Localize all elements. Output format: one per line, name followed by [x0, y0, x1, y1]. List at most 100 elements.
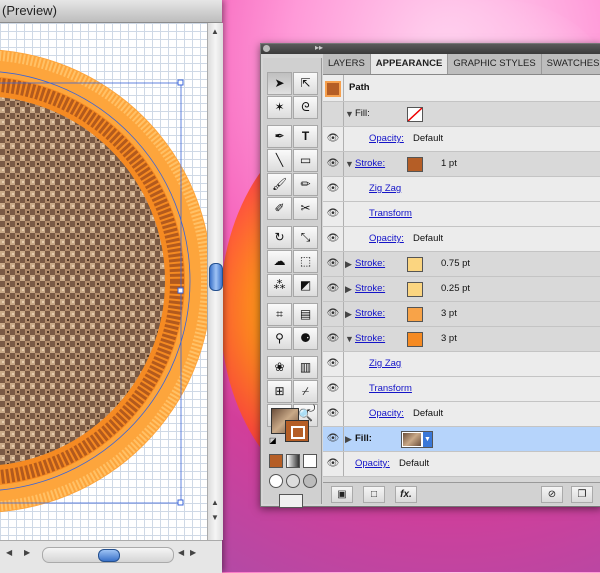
default-fill-stroke-icon[interactable]: ◪ — [269, 436, 277, 445]
scroll-up-arrow-icon[interactable]: ▲ — [211, 27, 219, 36]
line-tool-icon[interactable]: ╲ — [267, 149, 292, 172]
eye-icon[interactable]: 👁 — [323, 452, 344, 476]
panel-close-icon[interactable] — [263, 45, 270, 52]
bbox-handle-right[interactable] — [177, 287, 184, 294]
slice-tool-icon[interactable]: ⌿ — [293, 380, 318, 403]
symbol-sprayer-tool-icon[interactable]: ⁂ — [267, 274, 292, 297]
appearance-row-stroke[interactable]: 👁 ▶ Stroke: 0.75 pt — [323, 252, 600, 277]
eye-icon[interactable]: 👁 — [323, 427, 344, 451]
scroll-up-arrow-bottom-icon[interactable]: ▲ — [211, 498, 219, 507]
scroll-right-arrow-icon[interactable]: ▶ — [190, 548, 196, 557]
eye-icon[interactable]: 👁 — [323, 402, 344, 426]
free-transform-tool-icon[interactable]: ⬚ — [293, 250, 318, 273]
eye-icon[interactable]: 👁 — [323, 352, 344, 376]
shape-builder-tool-icon[interactable]: ◩ — [293, 274, 318, 297]
none-swatch-icon[interactable] — [407, 107, 423, 122]
eye-icon[interactable]: 👁 — [323, 227, 344, 251]
stroke-color-swatch[interactable] — [407, 157, 423, 172]
lasso-tool-icon[interactable]: ᘓ — [293, 96, 318, 119]
appearance-row-effect[interactable]: 👁 Transform — [323, 377, 600, 402]
gradient-tool-icon[interactable]: ▤ — [293, 303, 318, 326]
eye-icon[interactable]: 👁 — [323, 127, 344, 151]
draw-inside-icon[interactable] — [303, 474, 317, 488]
appearance-row-effect[interactable]: 👁 Zig Zag — [323, 352, 600, 377]
add-stroke-icon[interactable]: ▣ — [331, 486, 353, 503]
visibility-empty[interactable] — [323, 102, 344, 126]
screen-mode-icon[interactable] — [279, 494, 303, 508]
direct-selection-tool-icon[interactable]: ⇱ — [293, 72, 318, 95]
tab-graphic-styles[interactable]: GRAPHIC STYLES — [448, 54, 542, 74]
scale-tool-icon[interactable]: ⤡ — [293, 226, 318, 249]
disclosure-triangle-collapsed-icon[interactable]: ▶ — [345, 252, 352, 276]
rotate-tool-icon[interactable]: ↻ — [267, 226, 292, 249]
eye-icon[interactable]: 👁 — [323, 327, 344, 351]
add-fill-icon[interactable]: □ — [363, 486, 385, 503]
appearance-row-stroke[interactable]: 👁 ▶ Stroke: 3 pt — [323, 302, 600, 327]
horizontal-scroll-thumb[interactable] — [98, 549, 120, 562]
draw-behind-icon[interactable] — [286, 474, 300, 488]
fx-button[interactable]: fx. — [395, 486, 417, 503]
eye-icon[interactable]: 👁 — [323, 252, 344, 276]
duplicate-item-icon[interactable]: ❐ — [571, 486, 593, 503]
appearance-row-stroke[interactable]: 👁 ▼ Stroke: 3 pt — [323, 327, 600, 352]
eye-icon[interactable]: 👁 — [323, 177, 344, 201]
eyedropper-tool-icon[interactable]: ⚲ — [267, 327, 292, 350]
appearance-row-opacity[interactable]: 👁 Opacity: Default — [323, 402, 600, 427]
eye-icon[interactable]: 👁 — [323, 202, 344, 226]
disclosure-triangle-icon[interactable]: ▼ — [345, 152, 354, 176]
appearance-row-fill-selected[interactable]: 👁 ▶ Fill: ▼ — [323, 427, 600, 452]
clear-appearance-icon[interactable]: ⊘ — [541, 486, 563, 503]
tab-layers[interactable]: LAYERS — [323, 54, 371, 74]
tab-appearance[interactable]: APPEARANCE — [370, 54, 449, 74]
draw-normal-icon[interactable] — [269, 474, 283, 488]
pen-tool-icon[interactable]: ✒ — [267, 125, 292, 148]
vertical-scrollbar[interactable]: ▲ ▲ ▼ — [207, 23, 223, 540]
symbol-tool-icon[interactable]: ❀ — [267, 356, 292, 379]
collapse-arrows-icon[interactable]: ▸▸ — [315, 43, 323, 52]
selection-tool-icon[interactable]: ➤ — [267, 72, 292, 95]
disclosure-triangle-collapsed-icon[interactable]: ▶ — [345, 302, 352, 326]
appearance-row-effect[interactable]: 👁 Transform — [323, 202, 600, 227]
magic-wand-tool-icon[interactable]: ✶ — [267, 96, 292, 119]
rectangle-tool-icon[interactable]: ▭ — [293, 149, 318, 172]
eye-icon[interactable]: 👁 — [323, 377, 344, 401]
color-mode-icon[interactable] — [269, 454, 283, 468]
appearance-row-fill[interactable]: ▼ Fill: — [323, 102, 600, 127]
warp-tool-icon[interactable]: ☁ — [267, 250, 292, 273]
disclosure-triangle-icon[interactable]: ▼ — [345, 327, 354, 351]
page-nav-left-icon[interactable]: ◀ — [6, 548, 12, 557]
blob-brush-tool-icon[interactable]: ✐ — [267, 197, 292, 220]
disclosure-triangle-icon[interactable]: ▼ — [345, 102, 354, 126]
appearance-row-opacity[interactable]: 👁 Opacity: Default — [323, 127, 600, 152]
pattern-fill-dropdown[interactable]: ▼ — [401, 431, 433, 448]
bbox-handle-bottom-right[interactable] — [177, 499, 184, 506]
panel-titlebar[interactable]: ▸▸ — [261, 43, 600, 54]
scissors-tool-icon[interactable]: ✂ — [293, 197, 318, 220]
disclosure-triangle-collapsed-icon[interactable]: ▶ — [345, 427, 352, 451]
mesh-tool-icon[interactable]: ⌗ — [267, 303, 292, 326]
graph-tool-icon[interactable]: ▥ — [293, 356, 318, 379]
gradient-mode-icon[interactable] — [286, 454, 300, 468]
horizontal-scroll-track[interactable] — [42, 547, 174, 563]
appearance-row-effect[interactable]: 👁 Zig Zag — [323, 177, 600, 202]
appearance-row-stroke[interactable]: 👁 ▶ Stroke: 0.25 pt — [323, 277, 600, 302]
tab-swatches[interactable]: SWATCHES — [542, 54, 600, 74]
chevron-down-icon[interactable]: ▼ — [423, 432, 432, 447]
artboard-canvas[interactable] — [0, 23, 207, 540]
eye-icon[interactable]: 👁 — [323, 302, 344, 326]
eye-icon[interactable]: 👁 — [323, 277, 344, 301]
artboard-tool-icon[interactable]: ⊞ — [267, 380, 292, 403]
scroll-down-arrow-icon[interactable]: ▼ — [211, 513, 219, 522]
stroke-color-swatch[interactable] — [407, 307, 423, 322]
pencil-tool-icon[interactable]: ✏ — [293, 173, 318, 196]
eye-icon[interactable]: 👁 — [323, 152, 344, 176]
type-tool-icon[interactable]: T — [293, 125, 318, 148]
stroke-swatch[interactable] — [285, 420, 309, 442]
page-nav-right-icon[interactable]: ▶ — [24, 548, 30, 557]
blend-tool-icon[interactable]: ⚈ — [293, 327, 318, 350]
appearance-row-opacity[interactable]: 👁 Opacity: Default — [323, 227, 600, 252]
disclosure-triangle-collapsed-icon[interactable]: ▶ — [345, 277, 352, 301]
none-mode-icon[interactable] — [303, 454, 317, 468]
stroke-color-swatch[interactable] — [407, 257, 423, 272]
swap-fill-stroke-icon[interactable]: ⤾ — [307, 404, 315, 415]
